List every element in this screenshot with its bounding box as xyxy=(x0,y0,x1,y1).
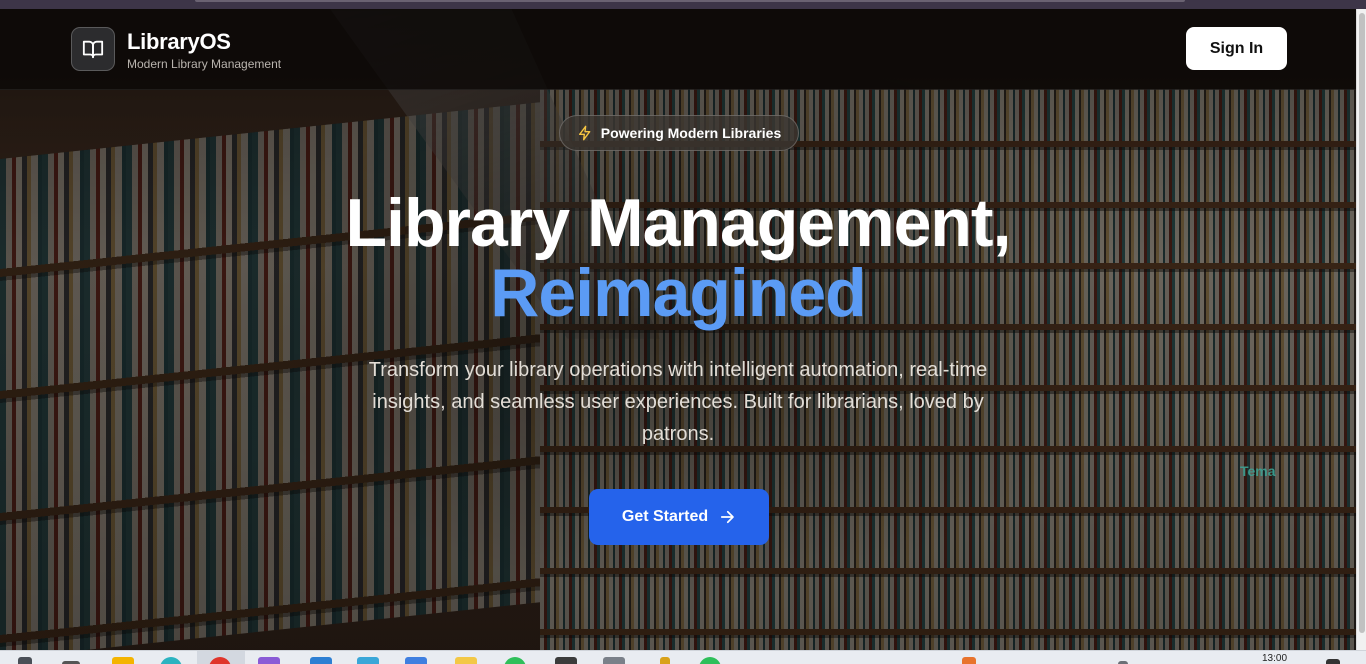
hero-badge-label: Powering Modern Libraries xyxy=(600,125,782,141)
get-started-button[interactable]: Get Started xyxy=(589,489,769,545)
visual-studio-icon[interactable] xyxy=(258,657,280,664)
hero-badge: Powering Modern Libraries xyxy=(559,115,799,151)
windows-icon[interactable] xyxy=(18,657,32,664)
app-icon-4[interactable] xyxy=(603,657,625,664)
app-icon-2[interactable] xyxy=(405,657,427,664)
brand-tagline: Modern Library Management xyxy=(127,57,282,71)
edge-icon[interactable] xyxy=(160,657,182,664)
site-header: LibraryOS Modern Library Management Sign… xyxy=(0,9,1356,90)
app-icon-5[interactable] xyxy=(660,657,670,664)
page-scrollbar[interactable] xyxy=(1356,9,1366,650)
hero-description: Transform your library operations with i… xyxy=(368,359,988,445)
sticky-notes-icon[interactable] xyxy=(455,657,477,664)
arrow-right-icon xyxy=(721,510,734,524)
app-icon-6[interactable] xyxy=(699,657,721,664)
taskbar-clock[interactable]: 13:00 xyxy=(1262,653,1287,664)
logo[interactable] xyxy=(71,27,115,71)
window-top-bar xyxy=(195,0,1185,2)
hero-title-accent: Reimagined xyxy=(490,255,866,331)
notifications-center-icon[interactable] xyxy=(1326,659,1340,664)
shelf-sign: Tema xyxy=(1240,463,1276,479)
app-icon-3[interactable] xyxy=(555,657,577,664)
window-top-strip xyxy=(0,0,1366,9)
page-viewport: Tema LibraryOS Modern Library Management… xyxy=(0,9,1356,650)
whatsapp-icon[interactable] xyxy=(504,657,526,664)
lightning-icon xyxy=(578,125,591,141)
app-icon[interactable] xyxy=(357,657,379,664)
hero-title: Library Management, xyxy=(345,185,1012,261)
open-book-icon xyxy=(82,40,104,59)
file-explorer-icon[interactable] xyxy=(112,657,134,664)
taskbar: 13:00 xyxy=(0,650,1366,664)
vscode-icon[interactable] xyxy=(310,657,332,664)
scrollbar-thumb[interactable] xyxy=(1359,13,1365,633)
notification-icon[interactable] xyxy=(962,657,976,664)
sign-in-button[interactable]: Sign In xyxy=(1186,27,1287,70)
brand-name[interactable]: LibraryOS xyxy=(127,29,231,55)
get-started-label: Get Started xyxy=(621,508,709,525)
